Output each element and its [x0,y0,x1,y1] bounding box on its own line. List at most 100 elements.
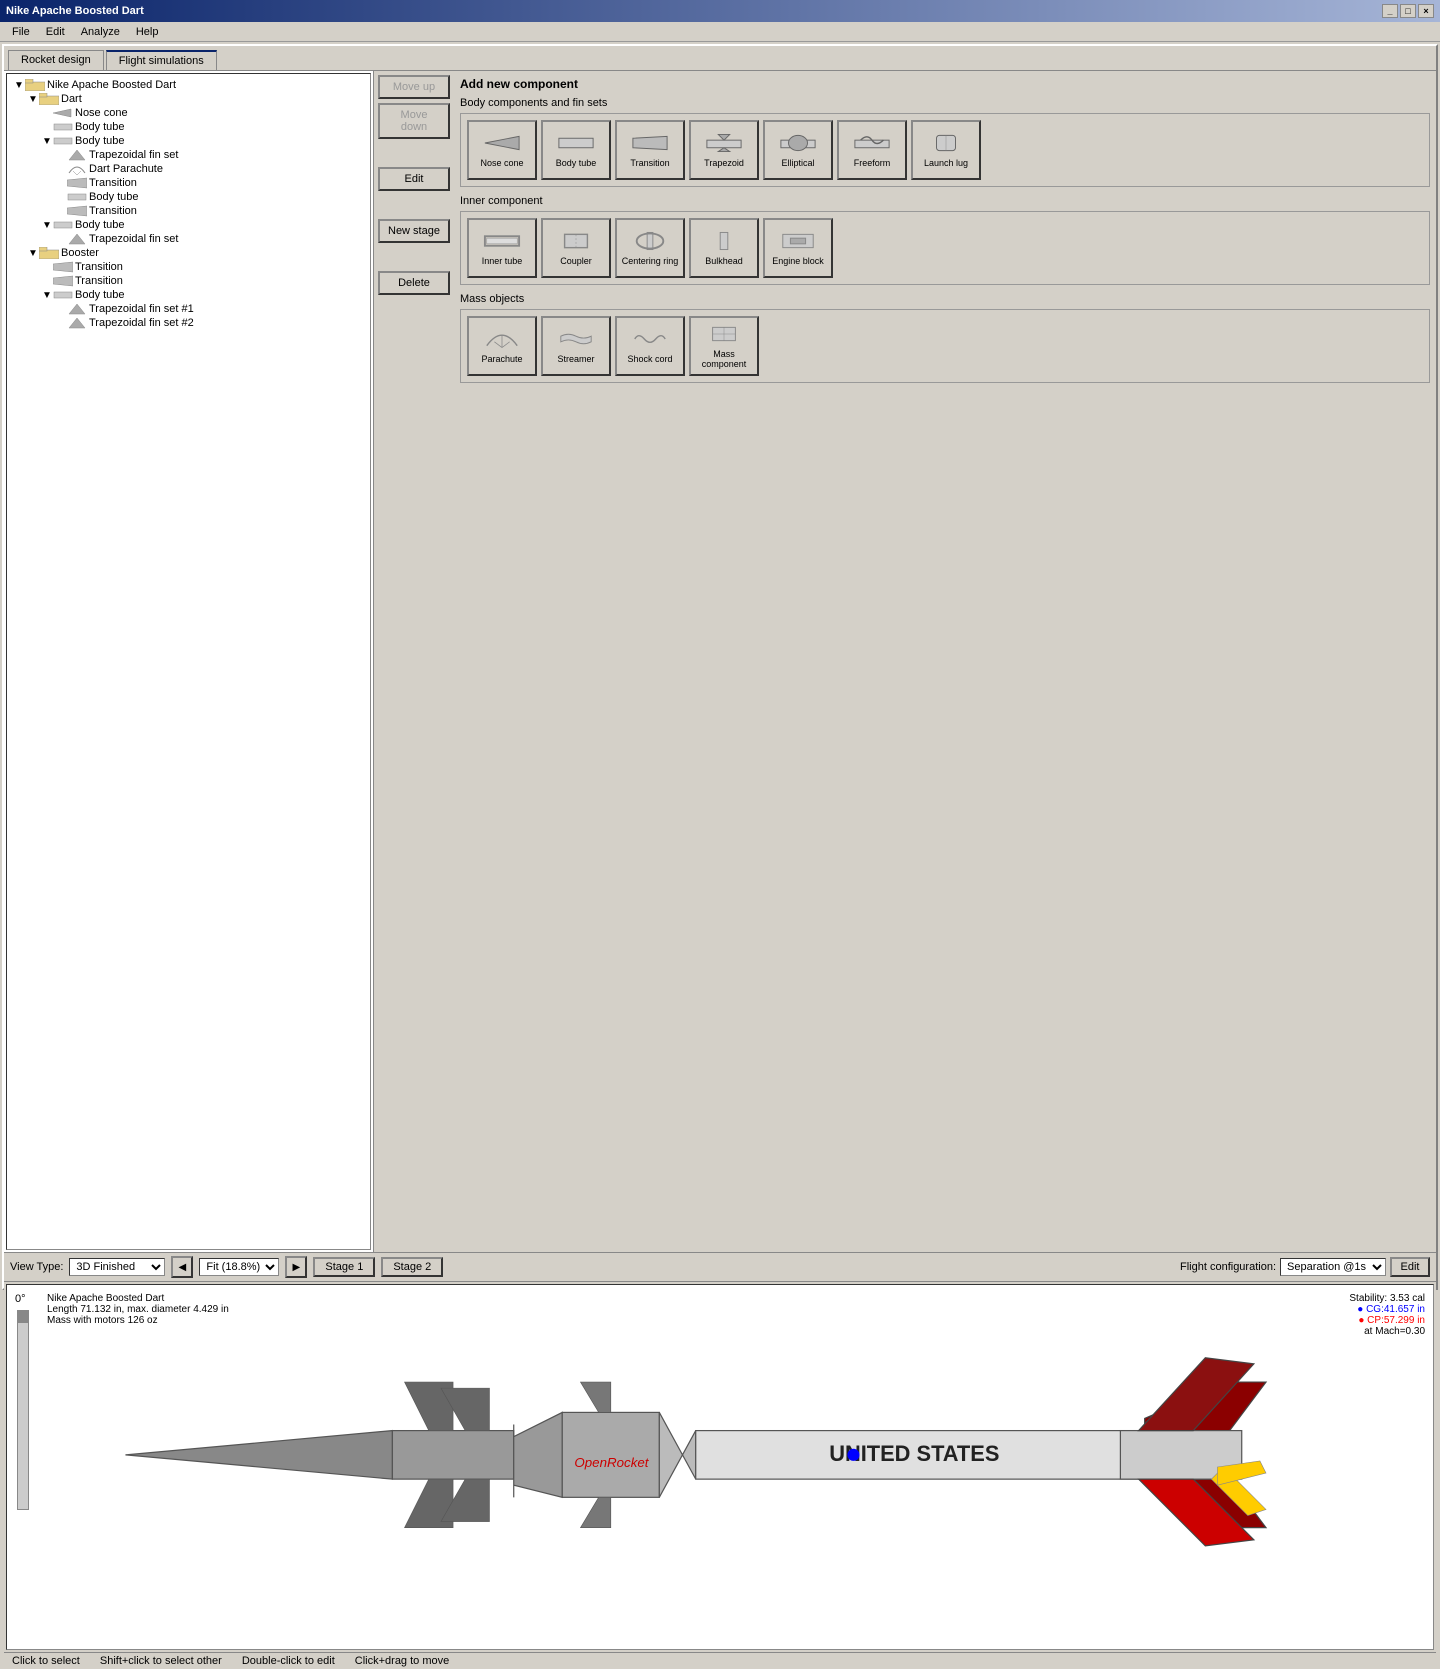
nose-cone-button[interactable]: Nose cone [467,120,537,180]
bulkhead-button[interactable]: Bulkhead [689,218,759,278]
fin-set-icon [67,303,87,315]
rocket-view: 0° Nike Apache Boosted Dart Length 71.13… [6,1284,1434,1650]
transition-button[interactable]: Transition [615,120,685,180]
tree-item[interactable]: Body tube [11,120,366,134]
angle-slider[interactable] [17,1310,29,1510]
svg-text:OpenRocket: OpenRocket [574,1455,649,1470]
folder-icon [39,93,59,105]
stage1-button[interactable]: Stage 1 [313,1257,375,1277]
tree-item[interactable]: ▼ Body tube [11,288,366,302]
launch-lug-button[interactable]: Launch lug [911,120,981,180]
rotate-left-button[interactable]: ◀ [171,1256,193,1278]
status-click: Click to select [12,1655,80,1667]
cg-value: ● CG:41.657 in [1349,1304,1425,1315]
angle-marker[interactable] [18,1311,28,1323]
trapezoid-shape [705,132,743,154]
fin-set-icon [67,149,87,161]
body-tube-icon [53,219,73,231]
tree-item[interactable]: Trapezoidal fin set #2 [11,316,366,330]
tree-item[interactable]: ▼ Nike Apache Boosted Dart [11,78,366,92]
mass-objects-grid: Parachute Streamer Shock cord [460,309,1430,383]
tree-item[interactable]: Trapezoidal fin set [11,232,366,246]
panel-title: Add new component [460,77,1430,91]
tab-flight-simulations[interactable]: Flight simulations [106,50,217,70]
parachute-icon [67,163,87,175]
transition-icon [67,205,87,217]
tree-item[interactable]: Transition [11,260,366,274]
tree-item[interactable]: ▼ Dart [11,92,366,106]
rotate-right-button[interactable]: ▶ [285,1256,307,1278]
freeform-button[interactable]: Freeform [837,120,907,180]
tree-item[interactable]: Nose cone [11,106,366,120]
tree-item[interactable]: Transition [11,176,366,190]
body-tube-icon [53,289,73,301]
edit-button[interactable]: Edit [378,167,450,191]
title-bar-buttons: _ □ × [1382,4,1434,18]
menu-help[interactable]: Help [128,24,167,40]
coupler-button[interactable]: Coupler [541,218,611,278]
parachute-button[interactable]: Parachute [467,316,537,376]
move-down-button[interactable]: Move down [378,103,450,139]
status-shift-click: Shift+click to select other [100,1655,222,1667]
mass-component-button[interactable]: Mass component [689,316,759,376]
shock-cord-shape [631,328,669,350]
tree-item[interactable]: ▼ Body tube [11,218,366,232]
tree-item[interactable]: ▼ Booster [11,246,366,260]
mach-value: at Mach=0.30 [1349,1326,1425,1337]
new-stage-button[interactable]: New stage [378,219,450,243]
rocket-length: Length 71.132 in, max. diameter 4.429 in [47,1304,229,1315]
trapezoid-button[interactable]: Trapezoid [689,120,759,180]
content-area: ▼ Nike Apache Boosted Dart ▼ Dart Nose c… [4,70,1436,1252]
fit-select[interactable]: Fit (18.8%) [199,1258,279,1276]
tree-item[interactable]: ▼ Body tube [11,134,366,148]
minimize-button[interactable]: _ [1382,4,1398,18]
parachute-shape [483,328,521,350]
status-bar: Click to select Shift+click to select ot… [4,1652,1436,1669]
maximize-button[interactable]: □ [1400,4,1416,18]
centering-ring-shape [631,230,669,252]
bottom-view-area: View Type: 3D Finished 3D Unfinished 2D … [4,1252,1436,1652]
inner-tube-button[interactable]: Inner tube [467,218,537,278]
move-up-button[interactable]: Move up [378,75,450,99]
inner-component-label: Inner component [460,195,1430,207]
shock-cord-button[interactable]: Shock cord [615,316,685,376]
transition-icon [67,177,87,189]
rocket-visualization: UNITED STATES OpenRocket [7,1285,1433,1649]
delete-button[interactable]: Delete [378,271,450,295]
window-title: Nike Apache Boosted Dart [6,5,144,17]
body-tube-shape [557,132,595,154]
tree-item[interactable]: Body tube [11,190,366,204]
stage2-button[interactable]: Stage 2 [381,1257,443,1277]
centering-ring-button[interactable]: Centering ring [615,218,685,278]
tree-item[interactable]: Transition [11,204,366,218]
mass-objects-label: Mass objects [460,293,1430,305]
menu-file[interactable]: File [4,24,38,40]
component-tree[interactable]: ▼ Nike Apache Boosted Dart ▼ Dart Nose c… [6,73,371,1250]
streamer-button[interactable]: Streamer [541,316,611,376]
menu-analyze[interactable]: Analyze [73,24,128,40]
body-tube-button[interactable]: Body tube [541,120,611,180]
tab-rocket-design[interactable]: Rocket design [8,50,104,70]
cp-value: ● CP:57.299 in [1349,1315,1425,1326]
view-type-select[interactable]: 3D Finished 3D Unfinished 2D Side 2D Bac… [69,1258,165,1276]
folder-icon [39,247,59,259]
stability-value: Stability: 3.53 cal [1349,1293,1425,1304]
engine-block-shape [779,230,817,252]
body-components-label: Body components and fin sets [460,97,1430,109]
tree-item[interactable]: Trapezoidal fin set [11,148,366,162]
right-panel: Add new component Body components and fi… [454,71,1436,1252]
body-tube-icon [67,191,87,203]
body-components-grid: Nose cone Body tube Transition [460,113,1430,187]
flight-config-label: Flight configuration: [1180,1261,1276,1273]
engine-block-button[interactable]: Engine block [763,218,833,278]
tree-item[interactable]: Transition [11,274,366,288]
flight-config-select[interactable]: Separation @1s [1280,1258,1386,1276]
rocket-info: Nike Apache Boosted Dart Length 71.132 i… [47,1293,229,1326]
close-button[interactable]: × [1418,4,1434,18]
tree-item[interactable]: Dart Parachute [11,162,366,176]
tree-item[interactable]: Trapezoidal fin set #1 [11,302,366,316]
flight-config-edit-button[interactable]: Edit [1390,1257,1430,1277]
launch-lug-shape [927,132,965,154]
menu-edit[interactable]: Edit [38,24,73,40]
elliptical-button[interactable]: Elliptical [763,120,833,180]
